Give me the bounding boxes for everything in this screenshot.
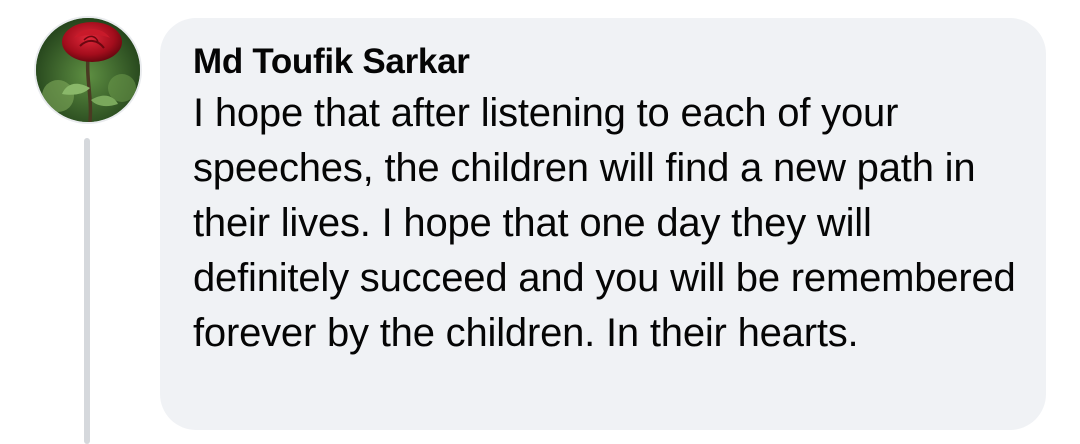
rose-icon <box>36 18 140 122</box>
comment-bubble: Md Toufik Sarkar I hope that after liste… <box>160 18 1046 430</box>
reply-thread-line <box>84 138 90 444</box>
comment-author-name[interactable]: Md Toufik Sarkar <box>193 40 1016 84</box>
avatar[interactable] <box>36 18 140 122</box>
comment-text: I hope that after listening to each of y… <box>193 91 1016 355</box>
